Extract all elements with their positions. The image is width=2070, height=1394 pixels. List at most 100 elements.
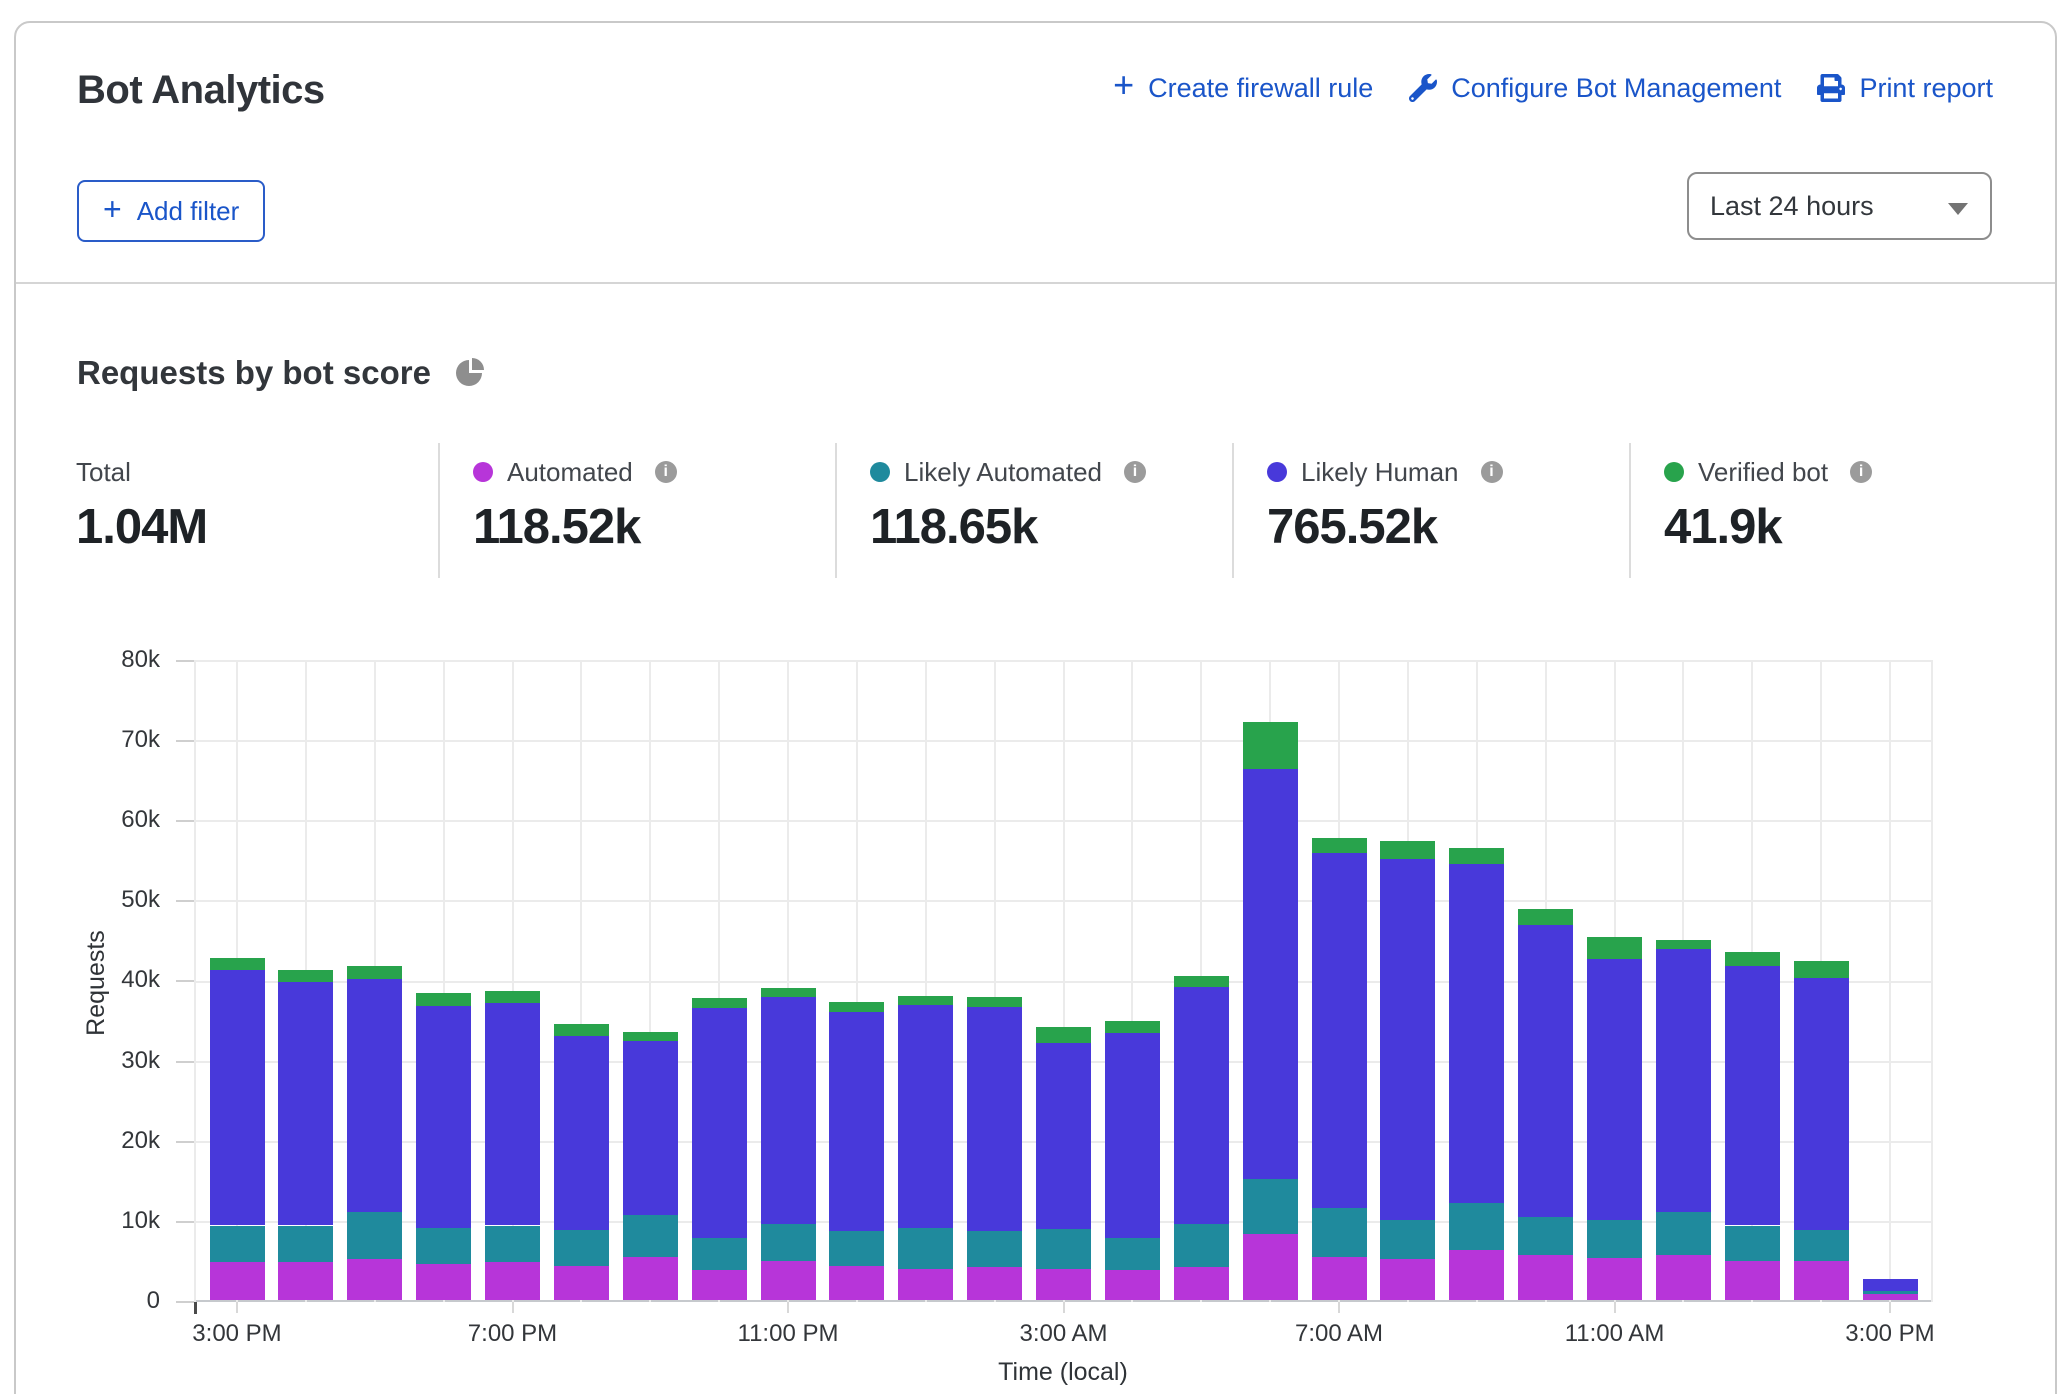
bar-segment-likely-automated[interactable]: [1174, 1224, 1229, 1267]
bar-segment-likely-human[interactable]: [278, 982, 333, 1226]
bar-segment-likely-human[interactable]: [1312, 853, 1367, 1208]
bar-segment-likely-automated[interactable]: [210, 1226, 265, 1263]
bar-segment-likely-human[interactable]: [623, 1041, 678, 1215]
bar-segment-likely-human[interactable]: [1105, 1033, 1160, 1238]
bar-segment-likely-automated[interactable]: [1794, 1230, 1849, 1261]
y-axis-label: 70k: [40, 726, 160, 754]
bar-segment-automated[interactable]: [347, 1259, 402, 1300]
bar-segment-likely-human[interactable]: [1794, 978, 1849, 1230]
bar-segment-verified-bot[interactable]: [210, 958, 265, 970]
bar-segment-likely-automated[interactable]: [347, 1212, 402, 1259]
bar-segment-likely-human[interactable]: [1380, 859, 1435, 1220]
bar-segment-automated[interactable]: [1036, 1269, 1091, 1300]
bar-segment-likely-automated[interactable]: [416, 1228, 471, 1264]
bar-segment-verified-bot[interactable]: [347, 966, 402, 979]
bar-segment-automated[interactable]: [1380, 1259, 1435, 1300]
bar-segment-verified-bot[interactable]: [1449, 848, 1504, 864]
bar-segment-likely-human[interactable]: [1243, 769, 1298, 1179]
bar-segment-likely-automated[interactable]: [1105, 1238, 1160, 1269]
bar-segment-automated[interactable]: [1105, 1270, 1160, 1300]
bar-segment-verified-bot[interactable]: [1380, 841, 1435, 859]
bar-segment-likely-automated[interactable]: [1725, 1226, 1780, 1261]
bar-segment-likely-human[interactable]: [967, 1007, 1022, 1231]
bar-segment-likely-human[interactable]: [1449, 864, 1504, 1203]
bar-segment-likely-human[interactable]: [1656, 949, 1711, 1212]
bar-segment-automated[interactable]: [1243, 1234, 1298, 1300]
bar-segment-automated[interactable]: [1174, 1267, 1229, 1300]
bar-segment-likely-human[interactable]: [898, 1005, 953, 1228]
bar-segment-verified-bot[interactable]: [1794, 961, 1849, 978]
bar-segment-likely-automated[interactable]: [1587, 1220, 1642, 1258]
bar-segment-likely-automated[interactable]: [485, 1226, 540, 1263]
bar-segment-verified-bot[interactable]: [1105, 1021, 1160, 1033]
bar-segment-automated[interactable]: [1312, 1257, 1367, 1300]
bar-segment-verified-bot[interactable]: [829, 1002, 884, 1012]
bar-segment-likely-automated[interactable]: [1656, 1212, 1711, 1255]
bar-segment-automated[interactable]: [692, 1270, 747, 1300]
bar-segment-verified-bot[interactable]: [623, 1032, 678, 1042]
bar-segment-automated[interactable]: [829, 1266, 884, 1300]
bar-segment-likely-human[interactable]: [347, 979, 402, 1212]
bar-segment-likely-human[interactable]: [1587, 959, 1642, 1219]
bar-segment-automated[interactable]: [416, 1264, 471, 1300]
bar-segment-likely-automated[interactable]: [1036, 1229, 1091, 1269]
bar-segment-automated[interactable]: [1794, 1261, 1849, 1300]
bar-segment-verified-bot[interactable]: [1174, 976, 1229, 986]
bar-segment-likely-automated[interactable]: [829, 1231, 884, 1266]
bar-segment-likely-automated[interactable]: [1312, 1208, 1367, 1257]
bar-segment-likely-human[interactable]: [1725, 966, 1780, 1226]
bar-segment-likely-human[interactable]: [554, 1036, 609, 1230]
bar-segment-likely-human[interactable]: [1518, 925, 1573, 1217]
bar-segment-automated[interactable]: [1518, 1255, 1573, 1300]
bar-segment-likely-human[interactable]: [416, 1006, 471, 1228]
bar-segment-likely-automated[interactable]: [761, 1224, 816, 1261]
bar-segment-automated[interactable]: [898, 1269, 953, 1300]
bar-segment-automated[interactable]: [554, 1266, 609, 1300]
bar-segment-automated[interactable]: [485, 1262, 540, 1300]
bar-segment-likely-automated[interactable]: [1863, 1291, 1918, 1293]
bar-segment-verified-bot[interactable]: [1243, 722, 1298, 769]
bar-segment-likely-human[interactable]: [1174, 987, 1229, 1224]
bar-segment-likely-automated[interactable]: [623, 1215, 678, 1257]
bar-segment-automated[interactable]: [1656, 1255, 1711, 1300]
bar-segment-verified-bot[interactable]: [1587, 937, 1642, 959]
bar-segment-automated[interactable]: [1863, 1294, 1918, 1300]
bar-segment-likely-automated[interactable]: [1380, 1220, 1435, 1259]
bar-segment-likely-human[interactable]: [761, 997, 816, 1224]
bar-segment-verified-bot[interactable]: [554, 1024, 609, 1035]
bar-segment-automated[interactable]: [1725, 1261, 1780, 1300]
bar-segment-likely-automated[interactable]: [692, 1238, 747, 1271]
bar-segment-likely-human[interactable]: [692, 1008, 747, 1238]
bar-segment-likely-automated[interactable]: [898, 1228, 953, 1269]
bar-segment-likely-human[interactable]: [829, 1012, 884, 1231]
bar-segment-likely-automated[interactable]: [1449, 1203, 1504, 1249]
bar-segment-verified-bot[interactable]: [1518, 909, 1573, 925]
bar-segment-likely-human[interactable]: [210, 970, 265, 1226]
bar-segment-verified-bot[interactable]: [967, 997, 1022, 1007]
bar-segment-verified-bot[interactable]: [1312, 838, 1367, 853]
bar-segment-likely-automated[interactable]: [967, 1231, 1022, 1267]
bar-segment-automated[interactable]: [761, 1261, 816, 1300]
bar-segment-automated[interactable]: [278, 1262, 333, 1300]
bar-segment-verified-bot[interactable]: [278, 970, 333, 982]
bar-segment-verified-bot[interactable]: [898, 996, 953, 1005]
bar-segment-likely-automated[interactable]: [1518, 1217, 1573, 1255]
bar-segment-automated[interactable]: [1587, 1258, 1642, 1300]
bar-segment-verified-bot[interactable]: [692, 998, 747, 1008]
bar-segment-automated[interactable]: [623, 1257, 678, 1300]
bar-segment-likely-automated[interactable]: [278, 1226, 333, 1262]
bar-segment-likely-automated[interactable]: [554, 1230, 609, 1266]
bar-segment-likely-automated[interactable]: [1243, 1179, 1298, 1234]
bar-segment-verified-bot[interactable]: [1656, 940, 1711, 949]
bar-segment-verified-bot[interactable]: [485, 991, 540, 1003]
bar-segment-automated[interactable]: [210, 1262, 265, 1300]
bar-segment-likely-human[interactable]: [1036, 1043, 1091, 1229]
bar-segment-likely-human[interactable]: [1863, 1279, 1918, 1291]
bar-segment-verified-bot[interactable]: [416, 993, 471, 1006]
bar-segment-verified-bot[interactable]: [1036, 1027, 1091, 1043]
bar-segment-likely-human[interactable]: [485, 1003, 540, 1226]
bar-segment-verified-bot[interactable]: [761, 988, 816, 998]
bar-segment-automated[interactable]: [967, 1267, 1022, 1300]
bar-segment-automated[interactable]: [1449, 1250, 1504, 1300]
bar-segment-verified-bot[interactable]: [1725, 952, 1780, 966]
